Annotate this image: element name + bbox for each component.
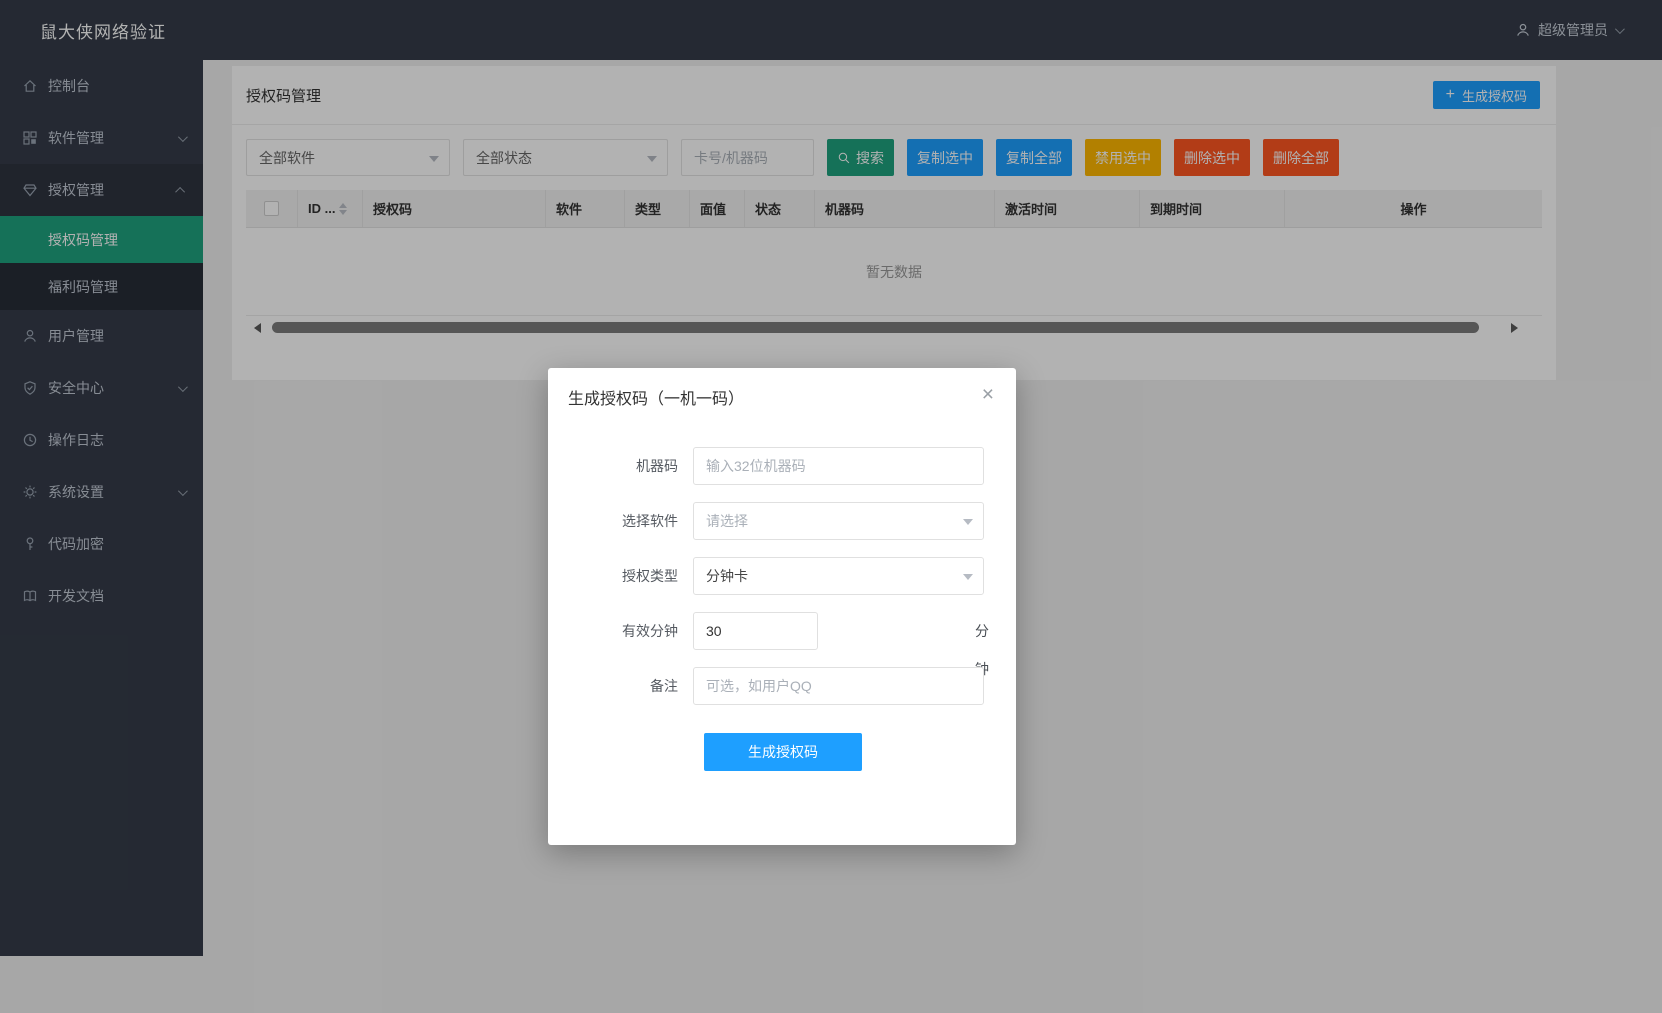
software-select-placeholder: 请选择 (706, 511, 748, 531)
remark-input[interactable] (693, 667, 984, 705)
app-screen: 鼠大侠网络验证 超级管理员 控制台 软件管理 (0, 0, 1662, 1013)
modal-title: 生成授权码（一机一码） (568, 385, 744, 409)
form-row-valid-minutes: 有效分钟 分钟 (548, 612, 1016, 650)
software-select-label: 选择软件 (548, 502, 678, 540)
modal-generate-button[interactable]: 生成授权码 (704, 733, 862, 771)
machine-code-label: 机器码 (548, 447, 678, 485)
generate-code-modal: 生成授权码（一机一码） × 机器码 选择软件 请选择 授权类型 分钟卡 (548, 368, 1016, 845)
valid-minutes-label: 有效分钟 (548, 612, 678, 650)
caret-down-icon (963, 519, 973, 525)
auth-type-select[interactable]: 分钟卡 (693, 557, 984, 595)
close-icon[interactable]: × (978, 380, 998, 409)
valid-minutes-input[interactable] (693, 612, 818, 650)
software-select[interactable]: 请选择 (693, 502, 984, 540)
form-row-auth-type: 授权类型 分钟卡 (548, 557, 1016, 595)
remark-label: 备注 (548, 667, 678, 705)
auth-type-label: 授权类型 (548, 557, 678, 595)
machine-code-input[interactable] (693, 447, 984, 485)
auth-type-value: 分钟卡 (706, 566, 748, 586)
form-row-software: 选择软件 请选择 (548, 502, 1016, 540)
caret-down-icon (963, 574, 973, 580)
form-row-remark: 备注 (548, 667, 1016, 705)
form-row-machine-code: 机器码 (548, 447, 1016, 485)
